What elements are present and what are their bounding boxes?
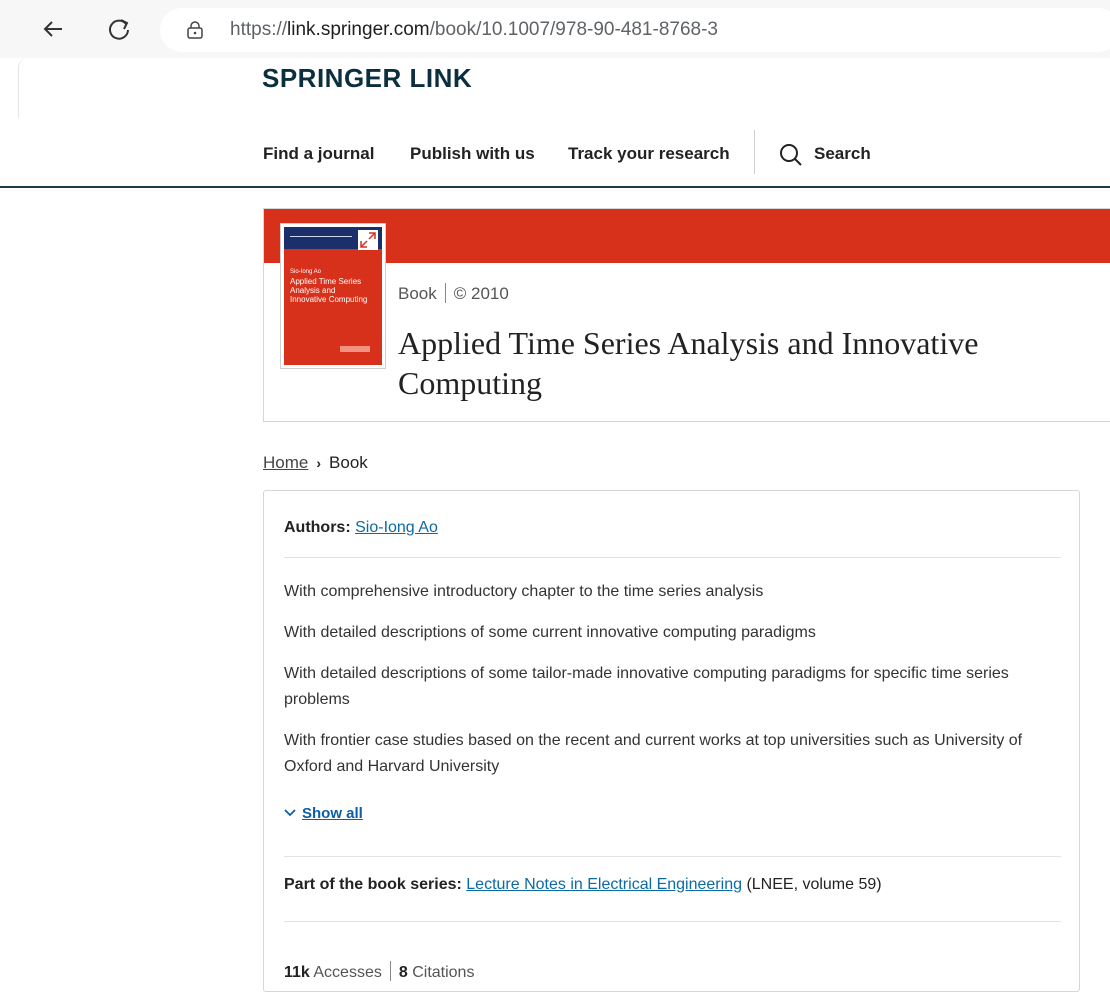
nav-publish-with-us[interactable]: Publish with us <box>410 144 535 164</box>
chevron-right-icon: › <box>316 455 322 471</box>
series-volume: (LNEE, volume 59) <box>746 876 882 893</box>
metrics: 11k Accesses 8 Citations <box>284 961 474 982</box>
search-button[interactable]: Search <box>814 144 871 164</box>
address-bar[interactable]: https://link.springer.com/book/10.1007/9… <box>160 8 1110 52</box>
list-item: With comprehensive introductory chapter … <box>284 583 764 600</box>
divider <box>284 921 1061 922</box>
book-hero: Sio-Iong Ao Applied Time Series Analysis… <box>263 208 1110 422</box>
url-text[interactable]: https://link.springer.com/book/10.1007/9… <box>230 19 718 41</box>
book-meta: Book © 2010 <box>398 283 509 304</box>
browser-toolbar: https://link.springer.com/book/10.1007/9… <box>0 0 1110 58</box>
breadcrumb: Home › Book <box>263 453 368 473</box>
series-link[interactable]: Lecture Notes in Electrical Engineering <box>466 876 742 893</box>
cover-author: Sio-Iong Ao <box>290 269 322 275</box>
author-link[interactable]: Sio-Iong Ao <box>355 519 438 536</box>
citations-count: 8 <box>398 964 408 981</box>
feature-list: With comprehensive introductory chapter … <box>284 579 1064 795</box>
back-arrow-icon[interactable] <box>38 14 68 44</box>
site-header <box>18 58 1110 119</box>
content-type: Book <box>398 284 437 303</box>
page-title: Applied Time Series Analysis and Innovat… <box>398 325 979 401</box>
divider <box>284 856 1061 857</box>
book-details-card: Authors: Sio-Iong Ao With comprehensive … <box>263 490 1080 992</box>
book-cover[interactable]: Sio-Iong Ao Applied Time Series Analysis… <box>281 224 385 368</box>
list-item: With detailed descriptions of some curre… <box>284 624 816 641</box>
accesses-label: Accesses <box>313 964 382 981</box>
nav-divider <box>754 130 755 174</box>
hero-band <box>264 209 1110 263</box>
show-all-button[interactable]: Show all <box>284 805 363 822</box>
nav-track-research[interactable]: Track your research <box>568 144 730 164</box>
reload-icon[interactable] <box>104 14 134 44</box>
main-nav: Find a journal Publish with us Track you… <box>0 118 1110 188</box>
divider <box>284 557 1061 558</box>
cover-title: Applied Time Series Analysis and Innovat… <box>290 277 368 304</box>
springer-horse-icon <box>340 346 370 352</box>
authors-label: Authors: <box>284 519 351 536</box>
lock-icon[interactable] <box>186 21 204 39</box>
citations-label: Citations <box>412 964 475 981</box>
chevron-down-icon <box>284 809 296 817</box>
breadcrumb-current: Book <box>329 453 368 472</box>
breadcrumb-home[interactable]: Home <box>263 453 308 472</box>
springer-link-logo[interactable]: SPRINGER LINK <box>262 63 472 94</box>
authors-line: Authors: Sio-Iong Ao <box>284 519 438 537</box>
copyright-year: © 2010 <box>453 284 509 303</box>
series-label: Part of the book series: <box>284 876 462 893</box>
show-all-label: Show all <box>302 805 363 822</box>
list-item: With frontier case studies based on the … <box>284 732 1023 775</box>
accesses-count: 11k <box>284 964 310 981</box>
nav-find-journal[interactable]: Find a journal <box>263 144 374 164</box>
expand-icon[interactable] <box>358 230 378 250</box>
list-item: With detailed descriptions of some tailo… <box>284 665 1009 708</box>
search-icon[interactable] <box>778 142 804 168</box>
book-series-line: Part of the book series: Lecture Notes i… <box>284 876 882 894</box>
